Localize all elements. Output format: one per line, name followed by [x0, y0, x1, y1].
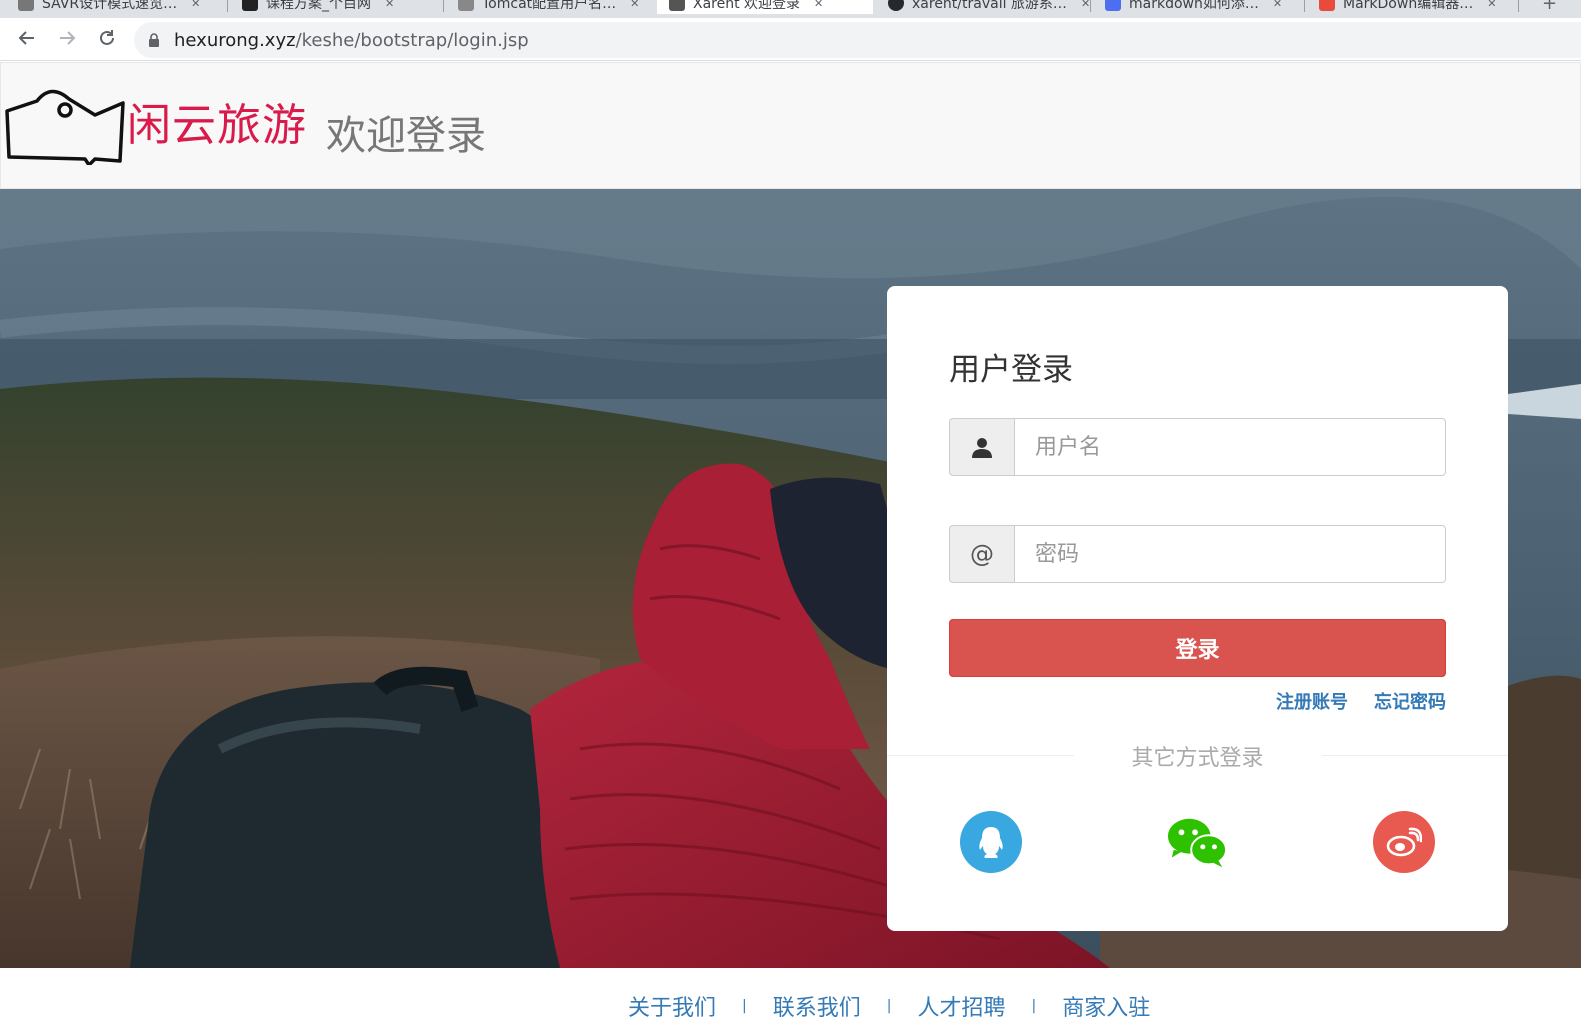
- brand-name[interactable]: 闲云旅游: [127, 89, 307, 153]
- reload-icon: [100, 30, 114, 45]
- browser-tab-strip: SAVR设计模式速览… ✕ 课程方案_个目网 ✕ Tomcat配置用户名… ✕ …: [0, 0, 1581, 18]
- register-link[interactable]: 注册账号: [1276, 688, 1348, 714]
- page-title: 欢迎登录: [326, 113, 486, 159]
- footer-separator: |: [886, 998, 892, 1014]
- tab-favicon-icon: [669, 0, 685, 11]
- tab-separator: [443, 0, 444, 12]
- tab-close-icon[interactable]: ✕: [385, 0, 394, 10]
- browser-tab[interactable]: SAVR设计模式速览… ✕: [6, 0, 212, 14]
- tab-close-icon[interactable]: ✕: [814, 0, 823, 10]
- reload-button[interactable]: [93, 24, 121, 52]
- site-footer: 关于我们 | 联系我们 | 人才招聘 | 商家入驻: [0, 968, 1581, 1019]
- arrow-left-icon: [18, 31, 34, 45]
- qq-icon: [979, 827, 1003, 858]
- browser-tab-active[interactable]: Xarent 欢迎登录 ✕: [657, 0, 873, 14]
- about-us-link[interactable]: 关于我们: [628, 990, 716, 1019]
- careers-link[interactable]: 人才招聘: [917, 990, 1005, 1019]
- tab-title: markdown如何添…: [1129, 0, 1259, 12]
- address-bar[interactable]: hexurong.xyz/keshe/bootstrap/login.jsp: [134, 22, 1581, 58]
- forgot-password-link[interactable]: 忘记密码: [1374, 688, 1446, 714]
- lock-icon: [149, 33, 159, 47]
- tab-separator: [1304, 0, 1305, 12]
- browser-tab[interactable]: xarent/travail 旅游系… ✕: [876, 0, 1102, 14]
- plus-icon: +: [1542, 0, 1558, 14]
- site-header: 闲云旅游 欢迎登录: [0, 62, 1581, 189]
- tab-close-icon[interactable]: ✕: [1081, 0, 1090, 10]
- back-button[interactable]: [13, 24, 41, 52]
- tab-favicon-icon: [18, 0, 34, 11]
- contact-us-link[interactable]: 联系我们: [773, 990, 861, 1019]
- tab-close-icon[interactable]: ✕: [630, 0, 639, 10]
- url-host: hexurong.xyz: [174, 29, 296, 51]
- browser-tab[interactable]: Tomcat配置用户名… ✕: [446, 0, 651, 14]
- at-addon: @: [949, 525, 1014, 583]
- tab-favicon-icon: [1105, 0, 1121, 11]
- tab-title: Xarent 欢迎登录: [693, 0, 801, 12]
- crown-logo-icon[interactable]: [3, 89, 127, 165]
- footer-separator: |: [742, 998, 747, 1014]
- username-input[interactable]: [1014, 418, 1446, 476]
- tab-separator: [1518, 0, 1519, 12]
- arrow-right-icon: [60, 31, 76, 45]
- tab-close-icon[interactable]: ✕: [1273, 0, 1282, 10]
- forward-button[interactable]: [53, 24, 81, 52]
- tab-favicon-icon: [242, 0, 258, 11]
- other-login-label: 其它方式登录: [1131, 746, 1264, 771]
- url-path: /keshe/bootstrap/login.jsp: [295, 29, 529, 51]
- footer-separator: |: [1031, 998, 1037, 1014]
- wechat-icon: [1167, 818, 1228, 868]
- new-tab-button[interactable]: +: [1530, 0, 1569, 14]
- tab-close-icon[interactable]: ✕: [191, 0, 200, 10]
- tab-title: MarkDown编辑器…: [1343, 0, 1474, 12]
- browser-tab[interactable]: markdown如何添… ✕: [1093, 0, 1294, 14]
- tab-title: Tomcat配置用户名…: [482, 0, 617, 12]
- tab-separator: [227, 0, 228, 12]
- tab-favicon-icon: [458, 0, 474, 11]
- username-input-group: [949, 418, 1446, 476]
- wechat-login-button[interactable]: [1166, 811, 1228, 873]
- user-addon: [949, 418, 1014, 476]
- tab-title: xarent/travail 旅游系…: [912, 0, 1067, 12]
- tab-title: SAVR设计模式速览…: [42, 0, 178, 12]
- footer-nav: 关于我们 | 联系我们 | 人才招聘 | 商家入驻: [628, 990, 1150, 1019]
- qq-login-button[interactable]: [960, 811, 1022, 873]
- account-links: 注册账号 忘记密码: [1276, 688, 1446, 714]
- login-panel: 用户登录 @ 登录 注册账号 忘记密码 其它方式登录: [887, 286, 1508, 931]
- tab-close-icon[interactable]: ✕: [1487, 0, 1496, 10]
- login-button[interactable]: 登录: [949, 619, 1446, 677]
- browser-tab[interactable]: 课程方案_个目网 ✕: [230, 0, 406, 14]
- tab-title: 课程方案_个目网: [266, 0, 371, 12]
- browser-tab[interactable]: MarkDown编辑器… ✕: [1307, 0, 1508, 14]
- login-title: 用户登录: [949, 352, 1073, 388]
- browser-toolbar: hexurong.xyz/keshe/bootstrap/login.jsp: [0, 18, 1581, 61]
- merchant-join-link[interactable]: 商家入驻: [1062, 990, 1150, 1019]
- password-input-group: @: [949, 525, 1446, 583]
- tab-separator: [1090, 0, 1091, 12]
- user-icon: [972, 438, 992, 458]
- password-input[interactable]: [1014, 525, 1446, 583]
- tab-favicon-icon: [1319, 0, 1335, 11]
- weibo-icon: [1386, 827, 1422, 857]
- github-favicon-icon: [888, 0, 904, 11]
- weibo-login-button[interactable]: [1373, 811, 1435, 873]
